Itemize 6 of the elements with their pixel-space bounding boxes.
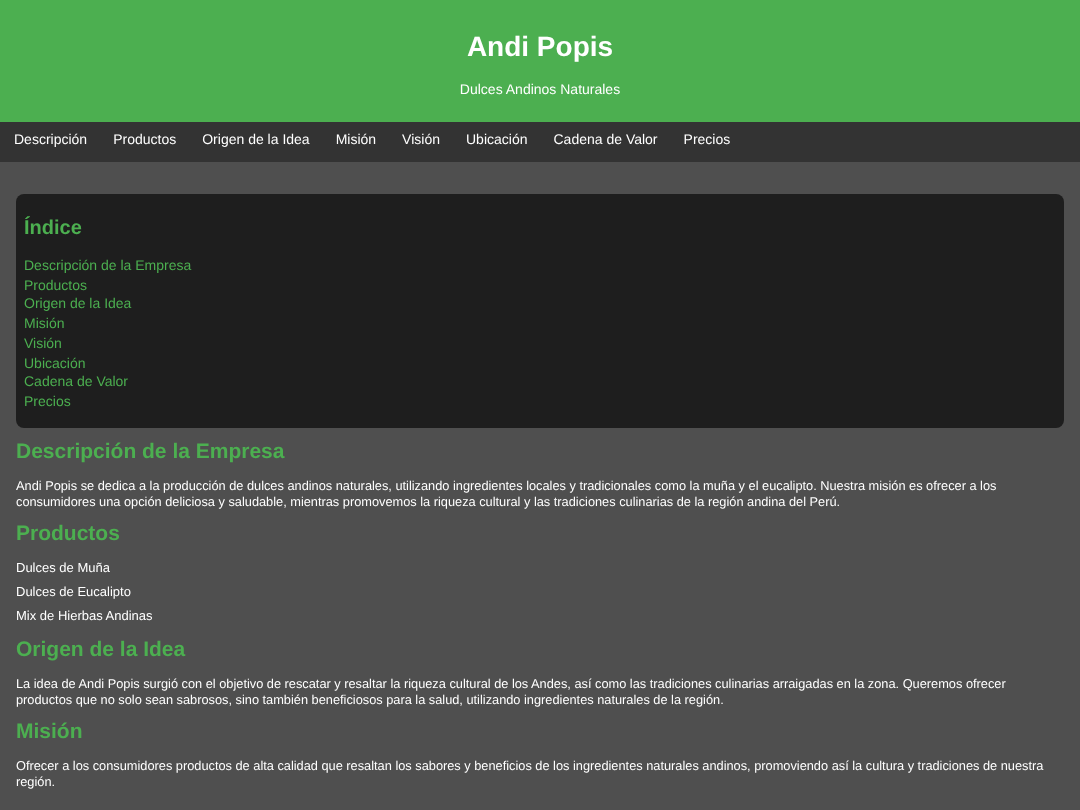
index-heading: Índice (24, 218, 84, 242)
section-heading: Origen de la Idea (16, 638, 188, 664)
section-heading: Descripción de la Empresa (16, 440, 287, 466)
section-heading: Misión (16, 720, 85, 746)
site-title: Andi Popis (466, 28, 614, 64)
section-heading: Productos (16, 522, 122, 548)
